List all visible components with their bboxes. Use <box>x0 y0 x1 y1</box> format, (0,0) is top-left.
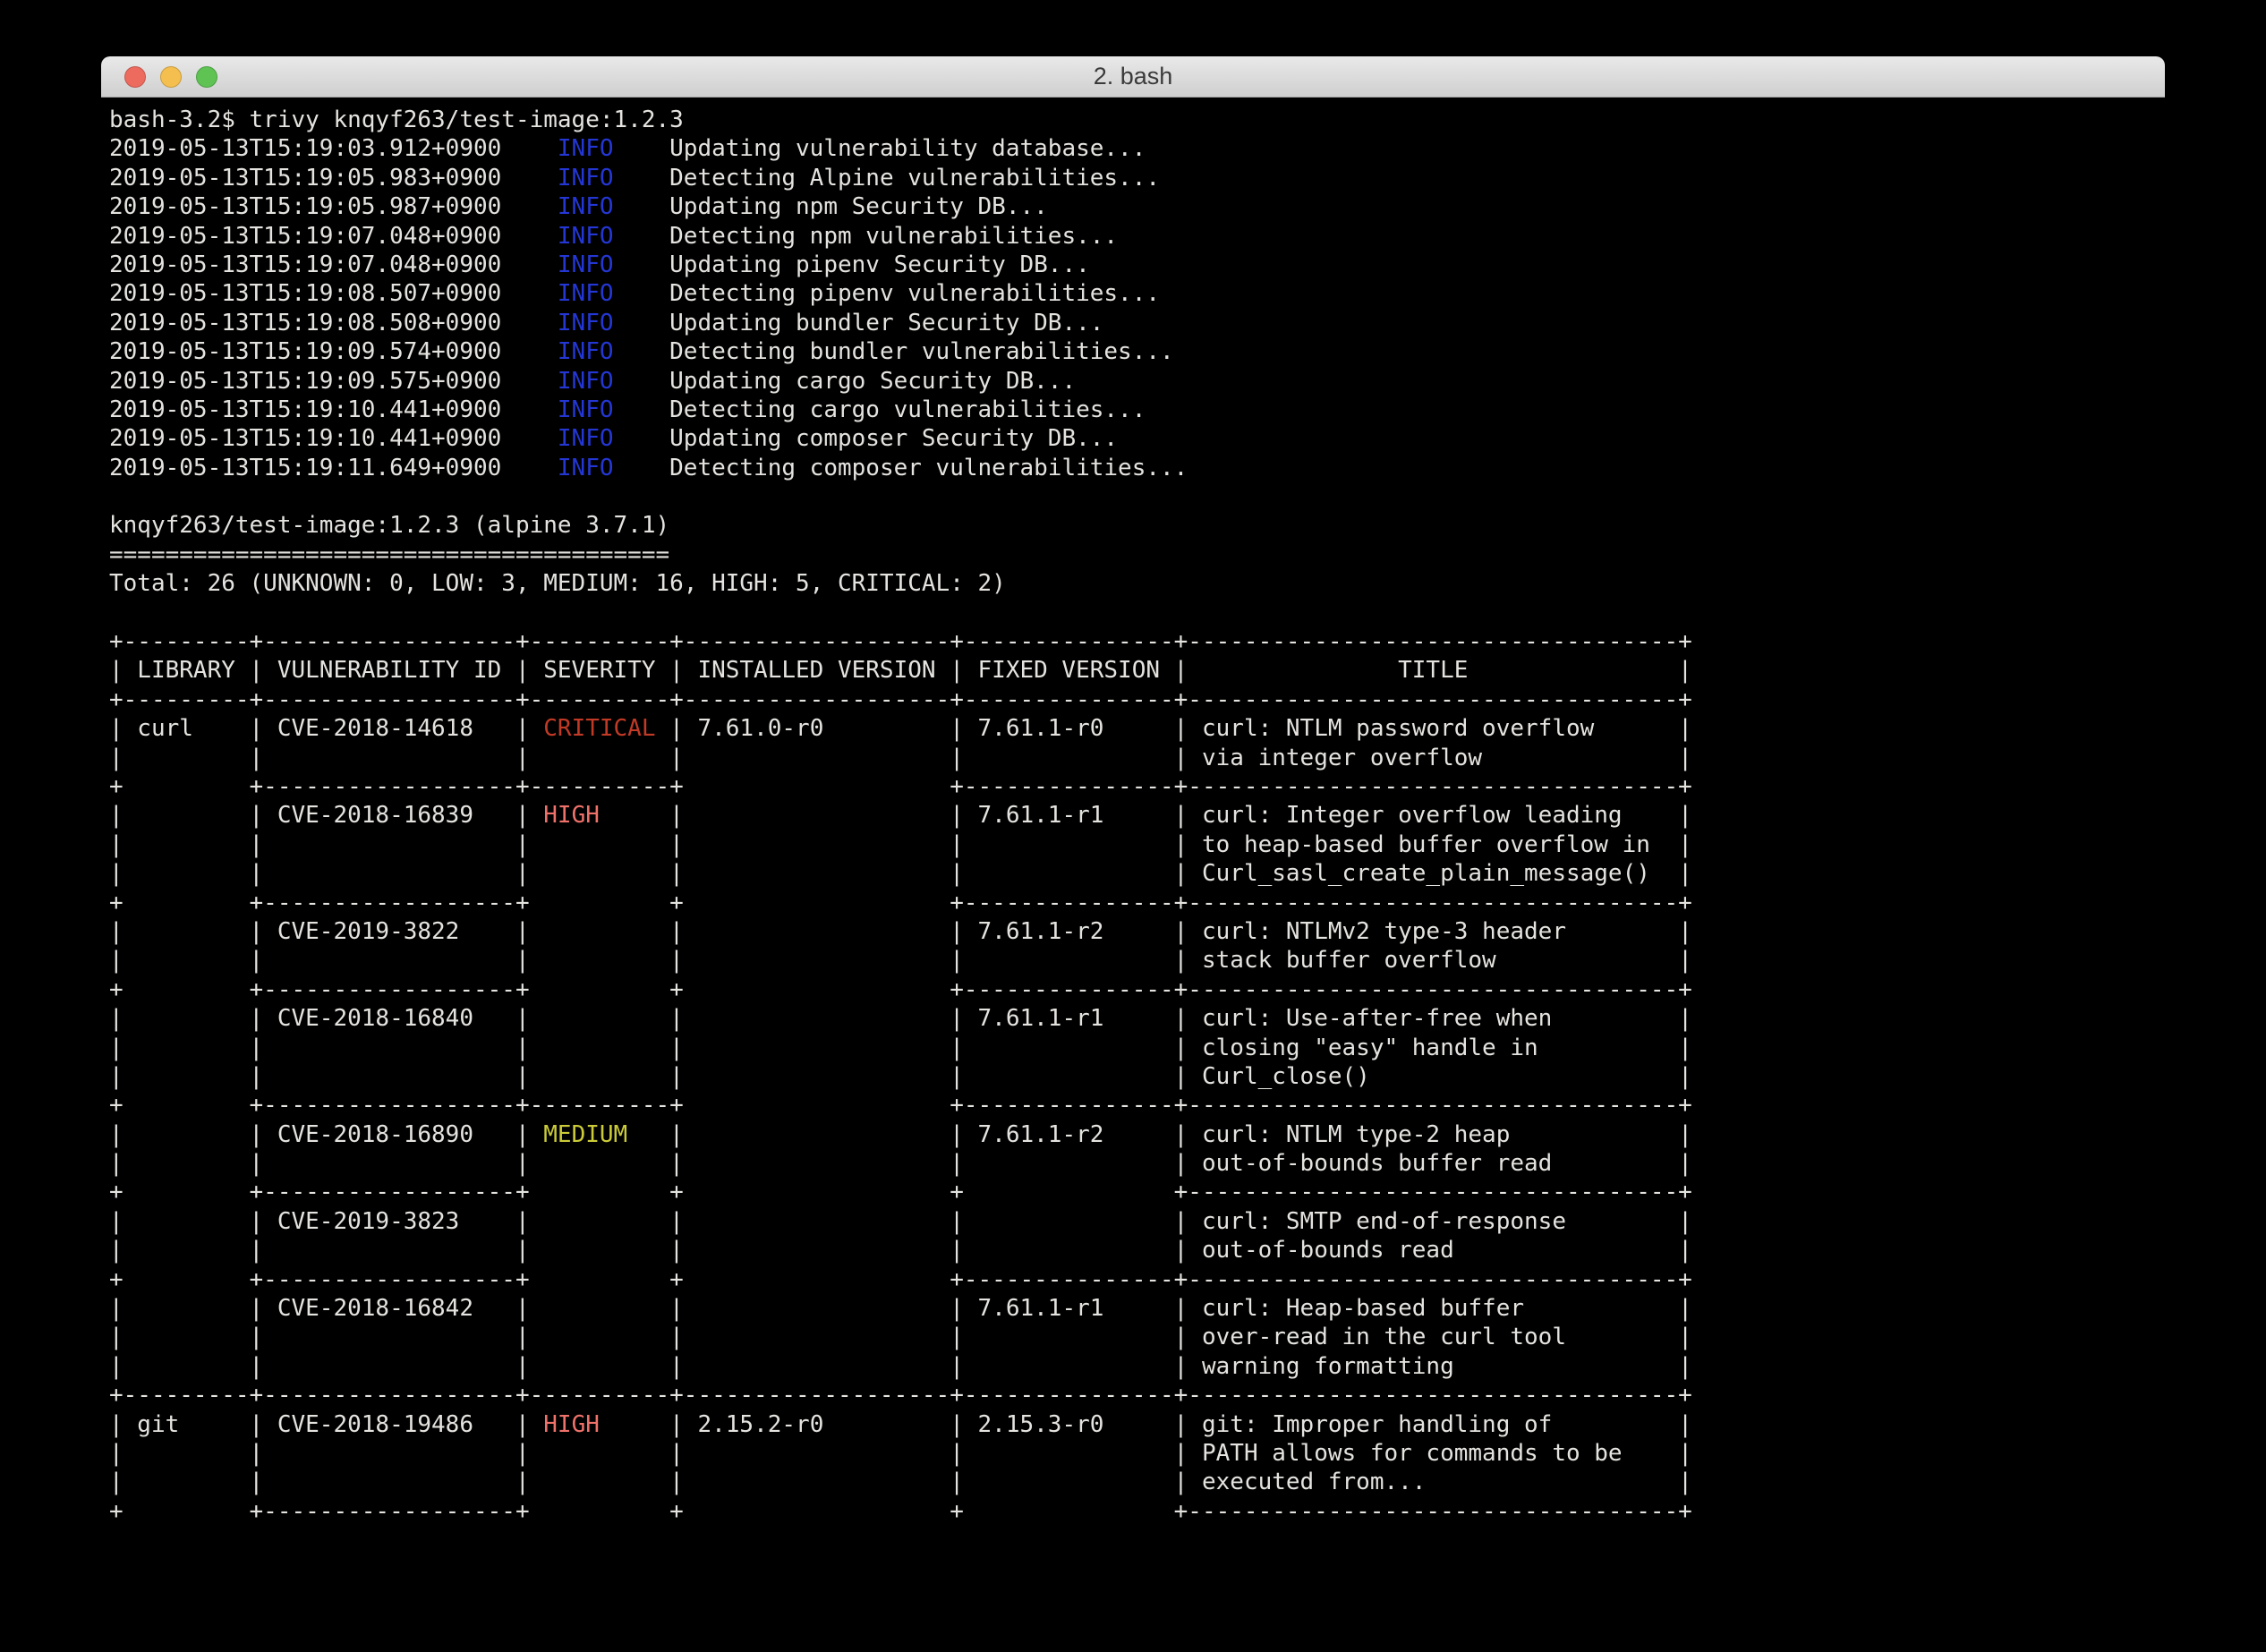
log-line: 2019-05-13T15:19:08.507+0900 INFO Detect… <box>109 279 2165 308</box>
table-border: + +------------------+ + + +------------… <box>109 1178 2165 1206</box>
log-line: 2019-05-13T15:19:05.987+0900 INFO Updati… <box>109 192 2165 221</box>
terminal-output[interactable]: bash-3.2$ trivy knqyf263/test-image:1.2.… <box>101 98 2165 1526</box>
table-border: + +------------------+----------+ +-----… <box>109 772 2165 801</box>
zoom-button[interactable] <box>196 66 217 88</box>
command-line: bash-3.2$ trivy knqyf263/test-image:1.2.… <box>109 106 2165 134</box>
report-artifact: knqyf263/test-image:1.2.3 (alpine 3.7.1) <box>109 511 2165 540</box>
window-title: 2. bash <box>101 56 2165 97</box>
log-line: 2019-05-13T15:19:05.983+0900 INFO Detect… <box>109 164 2165 192</box>
table-row: | | CVE-2019-3822 | | | 7.61.1-r2 | curl… <box>109 917 2165 946</box>
table-header: | LIBRARY | VULNERABILITY ID | SEVERITY … <box>109 656 2165 685</box>
blank-line <box>109 599 2165 627</box>
table-border: +---------+------------------+----------… <box>109 1381 2165 1409</box>
log-line: 2019-05-13T15:19:09.575+0900 INFO Updati… <box>109 367 2165 396</box>
table-row: | | | | | | warning formatting | <box>109 1352 2165 1381</box>
traffic-lights <box>124 66 217 88</box>
table-row: | | CVE-2018-16839 | HIGH | | 7.61.1-r1 … <box>109 801 2165 830</box>
log-line: 2019-05-13T15:19:09.574+0900 INFO Detect… <box>109 337 2165 366</box>
table-border: + +------------------+ + +--------------… <box>109 975 2165 1004</box>
table-row: | | | | | | executed from... | <box>109 1468 2165 1496</box>
table-row: | | | | | | out-of-bounds read | <box>109 1236 2165 1265</box>
terminal-window: 2. bash bash-3.2$ trivy knqyf263/test-im… <box>101 56 2165 1600</box>
table-row: | | | | | | to heap-based buffer overflo… <box>109 830 2165 859</box>
report-summary: Total: 26 (UNKNOWN: 0, LOW: 3, MEDIUM: 1… <box>109 569 2165 598</box>
table-border: +---------+------------------+----------… <box>109 685 2165 714</box>
table-border: + +------------------+ + +--------------… <box>109 1265 2165 1294</box>
table-row: | | CVE-2019-3823 | | | | curl: SMTP end… <box>109 1207 2165 1236</box>
report-underline: ======================================== <box>109 541 2165 569</box>
blank-line <box>109 482 2165 511</box>
log-line: 2019-05-13T15:19:10.441+0900 INFO Detect… <box>109 396 2165 424</box>
table-row: | | CVE-2018-16890 | MEDIUM | | 7.61.1-r… <box>109 1120 2165 1149</box>
log-line: 2019-05-13T15:19:03.912+0900 INFO Updati… <box>109 134 2165 163</box>
table-row: | | | | | | PATH allows for commands to … <box>109 1439 2165 1468</box>
table-row: | | | | | | stack buffer overflow | <box>109 946 2165 975</box>
title-bar[interactable]: 2. bash <box>101 56 2165 98</box>
log-line: 2019-05-13T15:19:07.048+0900 INFO Detect… <box>109 222 2165 251</box>
table-row: | | | | | | Curl_sasl_create_plain_messa… <box>109 859 2165 888</box>
log-line: 2019-05-13T15:19:08.508+0900 INFO Updati… <box>109 309 2165 337</box>
close-button[interactable] <box>124 66 146 88</box>
minimize-button[interactable] <box>160 66 182 88</box>
table-row: | | | | | | over-read in the curl tool | <box>109 1323 2165 1351</box>
table-row: | | | | | | closing "easy" handle in | <box>109 1034 2165 1062</box>
log-line: 2019-05-13T15:19:10.441+0900 INFO Updati… <box>109 424 2165 453</box>
table-row: | curl | CVE-2018-14618 | CRITICAL | 7.6… <box>109 714 2165 743</box>
log-line: 2019-05-13T15:19:07.048+0900 INFO Updati… <box>109 251 2165 279</box>
table-border: + +------------------+ + + +------------… <box>109 1497 2165 1526</box>
table-border: +---------+------------------+----------… <box>109 627 2165 656</box>
log-line: 2019-05-13T15:19:11.649+0900 INFO Detect… <box>109 454 2165 482</box>
table-row: | | CVE-2018-16842 | | | 7.61.1-r1 | cur… <box>109 1294 2165 1323</box>
table-border: + +------------------+----------+ +-----… <box>109 1091 2165 1120</box>
table-row: | | | | | | Curl_close() | <box>109 1062 2165 1091</box>
table-row: | | | | | | out-of-bounds buffer read | <box>109 1149 2165 1178</box>
table-row: | | CVE-2018-16840 | | | 7.61.1-r1 | cur… <box>109 1004 2165 1033</box>
table-border: + +------------------+ + +--------------… <box>109 889 2165 917</box>
table-row: | git | CVE-2018-19486 | HIGH | 2.15.2-r… <box>109 1410 2165 1439</box>
table-row: | | | | | | via integer overflow | <box>109 744 2165 772</box>
